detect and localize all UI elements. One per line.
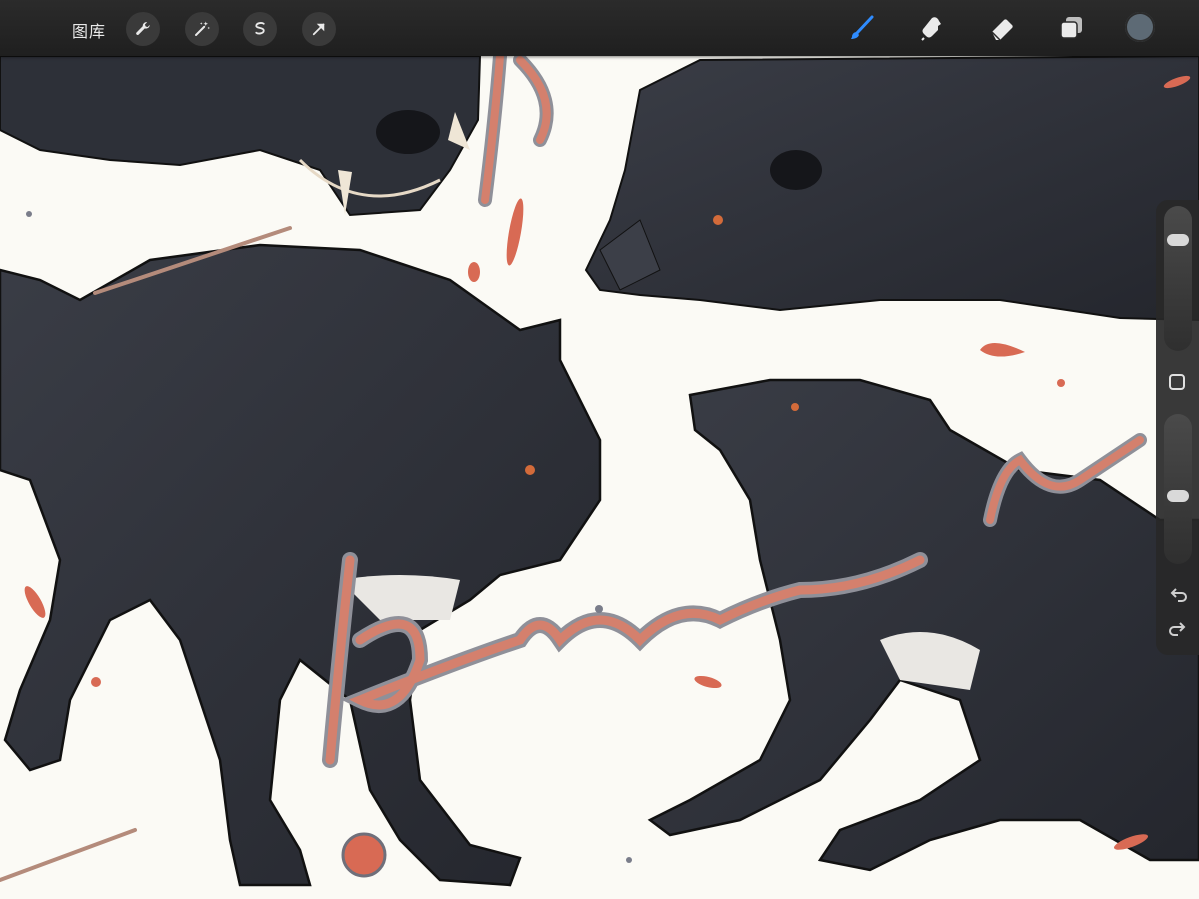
opacity-knob[interactable] xyxy=(1167,490,1189,502)
wrench-icon xyxy=(134,20,152,38)
brush-size-knob[interactable] xyxy=(1167,234,1189,246)
eraser-icon xyxy=(988,14,1016,42)
adjustments-button[interactable] xyxy=(185,12,219,46)
actions-button[interactable] xyxy=(126,12,160,46)
smudge-tool-button[interactable] xyxy=(916,11,950,45)
drawing-canvas[interactable] xyxy=(0,56,1199,899)
wolf-standing xyxy=(0,243,602,887)
eraser-tool-button[interactable] xyxy=(985,11,1019,45)
layers-button[interactable] xyxy=(1054,11,1088,45)
brush-size-slider[interactable] xyxy=(1164,206,1192,351)
transform-button[interactable] xyxy=(302,12,336,46)
brush-tool-button[interactable] xyxy=(845,11,879,45)
redo-icon xyxy=(1169,622,1186,636)
artwork xyxy=(0,56,1199,887)
layers-icon xyxy=(1057,14,1085,42)
magic-wand-icon xyxy=(193,20,211,38)
color-picker-button[interactable] xyxy=(1125,12,1155,42)
wolf-lying xyxy=(584,56,1199,322)
transform-arrow-icon xyxy=(310,20,328,38)
selection-button[interactable] xyxy=(243,12,277,46)
redo-button[interactable] xyxy=(1167,618,1189,640)
top-toolbar: 图库 xyxy=(0,0,1199,56)
side-toolbar xyxy=(1156,200,1199,655)
wolf-head-snarling xyxy=(0,56,482,217)
undo-icon xyxy=(1170,588,1187,602)
gallery-button[interactable]: 图库 xyxy=(72,18,106,42)
modify-button[interactable] xyxy=(1169,374,1185,390)
undo-button[interactable] xyxy=(1167,584,1189,606)
brush-icon xyxy=(848,14,876,42)
selection-icon xyxy=(251,20,269,38)
opacity-slider[interactable] xyxy=(1164,414,1192,564)
smudge-icon xyxy=(919,14,947,42)
